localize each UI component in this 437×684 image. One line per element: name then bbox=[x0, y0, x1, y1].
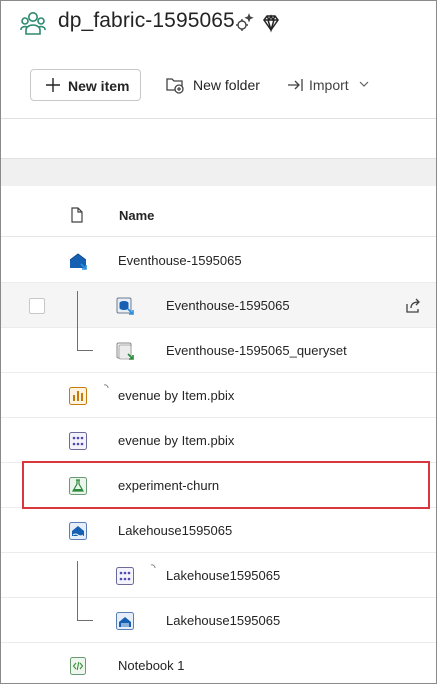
row-label[interactable]: Eventhouse-1595065 bbox=[166, 298, 290, 313]
new-folder-label: New folder bbox=[193, 77, 260, 93]
table-row[interactable]: Eventhouse-1595065_queryset bbox=[1, 328, 436, 373]
table-row[interactable]: Lakehouse1595065 bbox=[1, 553, 436, 598]
selection-highlight bbox=[22, 461, 430, 509]
row-label[interactable]: Lakehouse1595065 bbox=[166, 568, 280, 583]
table-row[interactable]: Lakehouse1595065 bbox=[1, 598, 436, 643]
table-row[interactable]: Eventhouse-1595065 bbox=[1, 238, 436, 283]
row-label[interactable]: evenue by Item.pbix bbox=[118, 388, 234, 403]
tree-connector bbox=[77, 561, 78, 620]
notebook-icon bbox=[70, 657, 86, 675]
row-label[interactable]: Lakehouse1595065 bbox=[166, 613, 280, 628]
table-row[interactable]: evenue by Item.pbix bbox=[1, 373, 436, 418]
plus-icon bbox=[46, 78, 60, 92]
settings-spark-icon[interactable] bbox=[234, 13, 254, 33]
semantic-model-icon bbox=[116, 567, 134, 585]
table-row[interactable]: Eventhouse-1595065 bbox=[1, 283, 436, 328]
premium-diamond-icon[interactable] bbox=[261, 13, 281, 33]
share-icon[interactable] bbox=[404, 297, 422, 315]
table-row[interactable]: evenue by Item.pbix bbox=[1, 418, 436, 463]
new-item-button[interactable]: New item bbox=[30, 69, 141, 101]
import-arrow-icon bbox=[288, 79, 303, 91]
workspace-people-icon bbox=[20, 12, 46, 35]
sql-endpoint-icon bbox=[116, 612, 134, 630]
new-folder-icon bbox=[166, 78, 184, 94]
row-label[interactable]: Notebook 1 bbox=[118, 658, 185, 673]
row-label[interactable]: Eventhouse-1595065 bbox=[118, 253, 242, 268]
row-label[interactable]: Lakehouse1595065 bbox=[118, 523, 232, 538]
new-item-label: New item bbox=[68, 78, 130, 94]
chevron-down-icon bbox=[359, 81, 369, 87]
tree-connector bbox=[77, 291, 78, 350]
workspace-title: dp_fabric-1595065 bbox=[58, 9, 235, 32]
table-row[interactable]: Notebook 1 bbox=[1, 643, 436, 683]
row-checkbox[interactable] bbox=[29, 298, 45, 314]
toolbar-divider bbox=[1, 118, 436, 119]
loading-spinner-icon bbox=[150, 564, 156, 569]
filter-band bbox=[1, 158, 436, 186]
workspace-toolbar: New item New folder Import bbox=[1, 63, 436, 107]
file-type-icon[interactable] bbox=[70, 207, 84, 223]
loading-spinner-icon bbox=[103, 384, 109, 389]
semantic-model-icon bbox=[69, 432, 87, 450]
row-label[interactable]: Eventhouse-1595065_queryset bbox=[166, 343, 347, 358]
tree-connector bbox=[77, 350, 93, 351]
table-header: Name bbox=[1, 193, 436, 237]
report-icon bbox=[69, 387, 87, 405]
row-label[interactable]: evenue by Item.pbix bbox=[118, 433, 234, 448]
table-row[interactable]: Lakehouse1595065 bbox=[1, 508, 436, 553]
name-column-header[interactable]: Name bbox=[119, 208, 154, 223]
tree-connector bbox=[77, 620, 93, 621]
kql-queryset-icon bbox=[116, 342, 134, 360]
workspace-window: dp_fabric-1595065 New item New folder Im… bbox=[0, 0, 437, 684]
kql-database-icon bbox=[116, 297, 134, 315]
workspace-header: dp_fabric-1595065 bbox=[1, 1, 436, 49]
lakehouse-icon bbox=[69, 522, 87, 540]
eventhouse-icon bbox=[69, 253, 87, 270]
import-label: Import bbox=[309, 77, 349, 93]
